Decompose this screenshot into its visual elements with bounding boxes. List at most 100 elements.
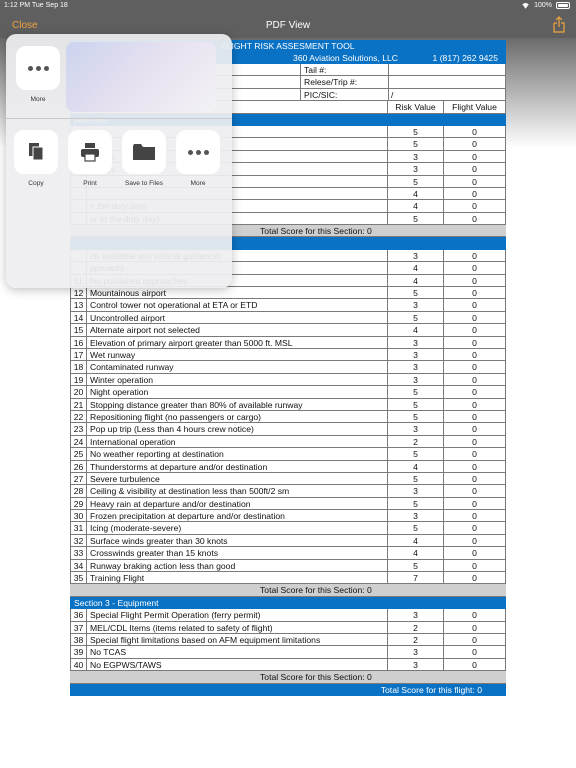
row-description: Mountainous airport — [90, 288, 166, 299]
more-icon — [176, 130, 220, 174]
row-risk-value: 4 — [387, 187, 444, 201]
row-risk-value: 5 — [387, 398, 444, 411]
row-flight-value: 0 — [444, 361, 506, 374]
row-number: 30 — [70, 510, 87, 523]
pdf-view-screen: 1:12 PM Tue Sep 18 100% Close PDF View F… — [0, 0, 576, 768]
row-flight-value: 0 — [444, 609, 506, 622]
row-number: 33 — [70, 547, 87, 560]
row-flight-value: 0 — [444, 336, 506, 349]
table-row: 36 Special Flight Permit Operation (ferry… — [70, 609, 506, 622]
table-row: 16 Elevation of primary airport greater t… — [70, 336, 506, 349]
row-risk-value: 5 — [387, 522, 444, 535]
share-icon[interactable] — [552, 16, 566, 34]
copy-action[interactable]: Copy — [12, 130, 60, 187]
table-row: 31 Icing (moderate-severe) 5 0 — [70, 522, 506, 535]
battery-percent: 100% — [534, 2, 552, 9]
row-flight-value: 0 — [444, 187, 506, 201]
row-risk-value: 4 — [387, 460, 444, 473]
risk-value-header: Risk Value — [387, 101, 444, 114]
company-phone: 1 (817) 262 9425 — [432, 53, 498, 63]
print-label: Print — [83, 180, 97, 187]
row-flight-value: 0 — [444, 287, 506, 300]
flight-total-row: Total Score for this flight: 0 — [70, 683, 506, 696]
table-row: 15 Alternate airport not selected 4 0 — [70, 324, 506, 337]
row-flight-value: 0 — [444, 311, 506, 325]
row-risk-value: 5 — [387, 472, 444, 486]
row-flight-value: 0 — [444, 485, 506, 498]
row-description: Ceiling & visibility at destination less… — [90, 486, 290, 497]
row-risk-value: 4 — [387, 324, 444, 337]
row-risk-value: 4 — [387, 534, 444, 548]
row-description: Special Flight Permit Operation (ferry p… — [90, 610, 261, 621]
row-risk-value: 5 — [387, 287, 444, 300]
save-to-files-action[interactable]: Save to Files — [120, 130, 168, 187]
row-flight-value: 0 — [444, 621, 506, 634]
row-risk-value: 3 — [387, 609, 444, 622]
row-flight-value: 0 — [444, 633, 506, 647]
row-flight-value: 0 — [444, 448, 506, 461]
row-number: 20 — [70, 386, 87, 399]
row-risk-value: 3 — [387, 510, 444, 523]
pic-label: PIC/SIC: — [300, 88, 388, 102]
row-number: 23 — [70, 423, 87, 436]
row-flight-value: 0 — [444, 299, 506, 312]
row-flight-value: 0 — [444, 472, 506, 486]
table-row: 20 Night operation 5 0 — [70, 386, 506, 399]
row-risk-value: 5 — [387, 559, 444, 573]
row-number: 21 — [70, 398, 87, 411]
row-number: 28 — [70, 485, 87, 498]
more-top-button[interactable]: More — [14, 46, 62, 103]
row-risk-value: 5 — [387, 410, 444, 424]
section-total-label: Total Score for this Section: 0 — [260, 226, 372, 237]
row-number: 32 — [70, 534, 87, 548]
row-flight-value: 0 — [444, 125, 506, 139]
more-action[interactable]: More — [174, 130, 222, 187]
row-flight-value: 0 — [444, 386, 506, 399]
row-flight-value: 0 — [444, 262, 506, 275]
row-risk-value: 4 — [387, 200, 444, 213]
row-number: 35 — [70, 572, 87, 585]
share-sheet-divider — [6, 118, 232, 119]
row-risk-value: 7 — [387, 572, 444, 585]
table-row: 17 Wet runway 3 0 — [70, 348, 506, 362]
row-risk-value: 4 — [387, 262, 444, 275]
row-flight-value: 0 — [444, 460, 506, 473]
copy-icon — [14, 130, 58, 174]
row-flight-value: 0 — [444, 175, 506, 188]
row-description: No EGPWS/TAWS — [90, 659, 162, 670]
row-description: Frozen precipitation at departure and/or… — [90, 511, 285, 522]
wifi-icon — [521, 3, 530, 9]
row-number: 12 — [70, 287, 87, 300]
row-description: Contaminated runway — [90, 362, 174, 373]
print-action[interactable]: Print — [66, 130, 114, 187]
more-top-label: More — [30, 96, 46, 103]
row-risk-value: 3 — [387, 249, 444, 263]
row-risk-value: 3 — [387, 163, 444, 176]
share-sheet-header: More — [6, 34, 232, 118]
row-flight-value: 0 — [444, 658, 506, 672]
section-header: Section 3 - Equipment — [70, 596, 506, 610]
copy-label: Copy — [28, 180, 44, 187]
row-risk-value: 3 — [387, 299, 444, 312]
row-flight-value: 0 — [444, 398, 506, 411]
row-description: Night operation — [90, 387, 149, 398]
share-sheet: More Copy Print Save to Files More — [6, 34, 232, 288]
table-row: 22 Repositioning flight (no passengers or… — [70, 410, 506, 424]
battery-icon — [556, 2, 570, 9]
tail-label: Tail #: — [300, 64, 388, 77]
row-description: Crosswinds greater than 15 knots — [90, 548, 219, 559]
table-row: 24 International operation 2 0 — [70, 435, 506, 449]
row-flight-value: 0 — [444, 163, 506, 176]
row-description: Elevation of primary airport greater tha… — [90, 337, 293, 348]
company-name: 360 Aviation Solutions, LLC — [293, 53, 398, 63]
row-number: 17 — [70, 348, 87, 362]
row-description: Training Flight — [90, 573, 145, 584]
table-row: 40 No EGPWS/TAWS 3 0 — [70, 658, 506, 672]
row-number: 38 — [70, 633, 87, 647]
row-description: Uncontrolled airport — [90, 312, 165, 323]
table-row: 12 Mountainous airport 5 0 — [70, 287, 506, 300]
row-risk-value: 2 — [387, 621, 444, 634]
row-risk-value: 5 — [387, 125, 444, 139]
row-description: MEL/CDL Items (items related to safety o… — [90, 622, 273, 633]
row-risk-value: 3 — [387, 646, 444, 659]
